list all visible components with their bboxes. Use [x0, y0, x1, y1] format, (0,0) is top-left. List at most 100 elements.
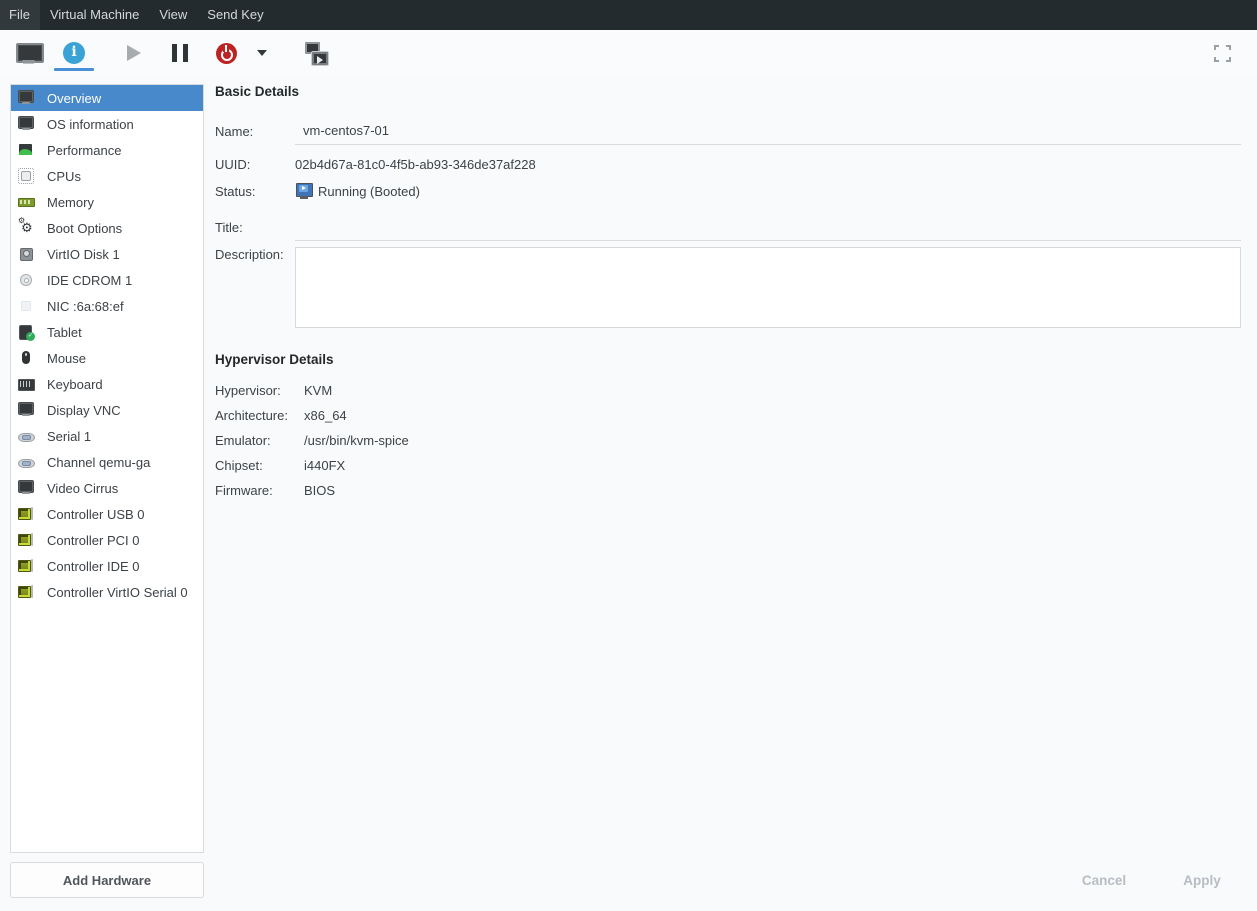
sidebar-item-nic[interactable]: NIC :6a:68:ef [11, 293, 203, 319]
sidebar-item-video-cirrus[interactable]: Video Cirrus [11, 475, 203, 501]
fullscreen-button[interactable] [1199, 33, 1245, 73]
snapshots-button[interactable] [293, 33, 339, 73]
sidebar-item-controller-ide-0[interactable]: Controller IDE 0 [11, 553, 203, 579]
hard-disk-icon [18, 246, 34, 262]
chipset-value: i440FX [304, 458, 345, 473]
name-label: Name: [215, 124, 295, 139]
title-label: Title: [215, 220, 295, 235]
sidebar-item-keyboard[interactable]: Keyboard [11, 371, 203, 397]
show-console-button[interactable] [5, 33, 51, 73]
monitor-icon [18, 402, 34, 418]
sidebar-item-cpus[interactable]: CPUs [11, 163, 203, 189]
mouse-icon [18, 350, 34, 366]
toolbar [0, 30, 1257, 76]
monitor-icon [18, 90, 34, 106]
details-info-icon [63, 42, 85, 64]
sidebar-item-label: CPUs [47, 169, 81, 184]
monitor-icon [18, 116, 34, 132]
emulator-value: /usr/bin/kvm-spice [304, 433, 409, 448]
vm-name-input[interactable] [295, 117, 1241, 145]
firmware-value: BIOS [304, 483, 335, 498]
sidebar-item-label: OS information [47, 117, 134, 132]
hypervisor-value: KVM [304, 383, 332, 398]
pci-card-icon [18, 506, 34, 522]
vm-title-input[interactable] [295, 213, 1241, 241]
sidebar-item-boot-options[interactable]: Boot Options [11, 215, 203, 241]
sidebar-item-display-vnc[interactable]: Display VNC [11, 397, 203, 423]
sidebar-item-virtio-disk-1[interactable]: VirtIO Disk 1 [11, 241, 203, 267]
sidebar-item-label: Channel qemu-ga [47, 455, 150, 470]
shutdown-menu-button[interactable] [249, 33, 275, 73]
sidebar-item-channel-qemu-ga[interactable]: Channel qemu-ga [11, 449, 203, 475]
menu-view[interactable]: View [149, 0, 197, 30]
pci-card-icon [18, 532, 34, 548]
sidebar-item-mouse[interactable]: Mouse [11, 345, 203, 371]
sidebar-item-label: IDE CDROM 1 [47, 273, 132, 288]
description-label: Description: [215, 247, 295, 262]
uuid-value: 02b4d67a-81c0-4f5b-ab93-346de37af228 [295, 157, 536, 172]
menu-send-key[interactable]: Send Key [197, 0, 273, 30]
sidebar-item-label: Serial 1 [47, 429, 91, 444]
hardware-list: Overview OS information Performance CPUs… [10, 84, 204, 853]
sidebar-item-label: Display VNC [47, 403, 121, 418]
cpu-chip-icon [18, 168, 34, 184]
serial-port-icon [18, 454, 34, 470]
menu-file[interactable]: File [0, 0, 40, 30]
run-button[interactable] [111, 33, 157, 73]
sidebar-item-controller-virtio-serial-0[interactable]: Controller VirtIO Serial 0 [11, 579, 203, 605]
apply-button[interactable]: Apply [1162, 863, 1242, 897]
details-pane: Basic Details Name: UUID: 02b4d67a-81c0-… [215, 84, 1241, 503]
sidebar-item-controller-pci-0[interactable]: Controller PCI 0 [11, 527, 203, 553]
snapshot-front-monitor [312, 52, 328, 65]
sidebar-item-label: Boot Options [47, 221, 122, 236]
pause-icon [172, 44, 188, 62]
cancel-button[interactable]: Cancel [1064, 863, 1144, 897]
footer-actions: Cancel Apply [1064, 863, 1242, 897]
sidebar-item-label: Mouse [47, 351, 86, 366]
architecture-row: Architecture: x86_64 [215, 403, 1241, 428]
sidebar-item-label: NIC :6a:68:ef [47, 299, 124, 314]
sidebar-item-label: Tablet [47, 325, 82, 340]
console-monitor-icon [15, 42, 42, 65]
sidebar-item-label: Controller IDE 0 [47, 559, 139, 574]
pci-card-icon [18, 584, 34, 600]
serial-port-icon [18, 428, 34, 444]
sidebar-item-label: Controller PCI 0 [47, 533, 139, 548]
uuid-label: UUID: [215, 157, 295, 172]
play-overlay-icon [299, 185, 308, 192]
tablet-icon [18, 324, 34, 340]
shutdown-button[interactable] [203, 33, 249, 73]
sidebar-item-ide-cdrom-1[interactable]: IDE CDROM 1 [11, 267, 203, 293]
pause-button[interactable] [157, 33, 203, 73]
shutdown-power-icon [216, 43, 237, 64]
hypervisor-row: Hypervisor: KVM [215, 378, 1241, 403]
basic-details-title: Basic Details [215, 84, 1241, 99]
sidebar-item-tablet[interactable]: Tablet [11, 319, 203, 345]
emulator-row: Emulator: /usr/bin/kvm-spice [215, 428, 1241, 453]
description-textarea[interactable] [295, 247, 1241, 328]
fullscreen-icon [1214, 45, 1231, 62]
run-play-icon [127, 45, 141, 61]
gear-icon [18, 220, 34, 236]
sidebar-item-os-information[interactable]: OS information [11, 111, 203, 137]
firmware-row: Firmware: BIOS [215, 478, 1241, 503]
sidebar-item-performance[interactable]: Performance [11, 137, 203, 163]
show-details-button[interactable] [51, 33, 97, 73]
vm-details-window: File Virtual Machine View Send Key [0, 0, 1257, 911]
sidebar-item-label: Memory [47, 195, 94, 210]
status-label: Status: [215, 184, 295, 199]
chipset-row: Chipset: i440FX [215, 453, 1241, 478]
cdrom-disc-icon [18, 272, 34, 288]
sidebar-item-overview[interactable]: Overview [11, 85, 203, 111]
menu-virtual-machine[interactable]: Virtual Machine [40, 0, 149, 30]
sidebar-item-controller-usb-0[interactable]: Controller USB 0 [11, 501, 203, 527]
sidebar-item-memory[interactable]: Memory [11, 189, 203, 215]
sidebar-item-label: Performance [47, 143, 121, 158]
architecture-value: x86_64 [304, 408, 347, 423]
sidebar-item-label: Overview [47, 91, 101, 106]
add-hardware-button[interactable]: Add Hardware [10, 862, 204, 898]
sidebar-item-label: Controller USB 0 [47, 507, 145, 522]
sidebar-item-label: VirtIO Disk 1 [47, 247, 120, 262]
sidebar-item-serial-1[interactable]: Serial 1 [11, 423, 203, 449]
vm-running-icon [295, 183, 314, 200]
